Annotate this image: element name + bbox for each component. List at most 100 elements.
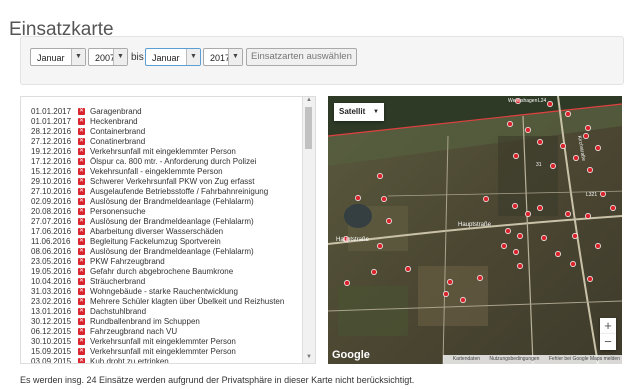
map-type-select[interactable]: Satellit ▼ (334, 103, 384, 121)
map-marker[interactable] (377, 243, 383, 249)
incident-row[interactable]: 01.01.2017 ✕ Heckenbrand (21, 117, 315, 127)
incident-row[interactable]: 30.12.2015 ✕ Rundballenbrand im Schuppen (21, 317, 315, 327)
map-marker[interactable] (560, 143, 566, 149)
map-marker[interactable] (405, 266, 411, 272)
map-marker[interactable] (537, 205, 543, 211)
map-marker[interactable] (447, 279, 453, 285)
zoom-out-button[interactable]: − (600, 334, 616, 350)
map-marker[interactable] (537, 139, 543, 145)
map-marker[interactable] (573, 155, 579, 161)
incident-row[interactable]: 27.12.2016 ✕ Conatinerbrand (21, 137, 315, 147)
incident-row[interactable]: 20.08.2016 ✕ Personensuche (21, 207, 315, 217)
map-marker[interactable] (565, 211, 571, 217)
incident-row[interactable]: 19.12.2016 ✕ Verkehrsunfall mit eingeklemm… (21, 147, 315, 157)
map-marker[interactable] (501, 243, 507, 249)
map-data-link[interactable]: Kartendaten (453, 356, 480, 362)
map-marker[interactable] (570, 261, 576, 267)
incident-row[interactable]: 10.04.2016 ✕ Sträucherbrand (21, 277, 315, 287)
map-marker[interactable] (507, 121, 513, 127)
map-marker[interactable] (513, 249, 519, 255)
incident-map[interactable]: Hauptstraße Hauptstraße Weiershagen Kirc… (328, 96, 622, 364)
scroll-down-icon[interactable]: ▼ (303, 354, 315, 363)
from-month-select[interactable]: Januar ▼ (30, 48, 86, 66)
from-year-select[interactable]: 2007 ▼ (88, 48, 128, 66)
report-error-link[interactable]: Fehler bei Google Maps melden (549, 356, 620, 362)
map-marker[interactable] (525, 127, 531, 133)
map-marker[interactable] (595, 243, 601, 249)
incident-date: 06.12.2015 (31, 327, 72, 336)
incident-row[interactable]: 31.03.2016 ✕ Wohngebäude - starke Rauchent… (21, 287, 315, 297)
map-marker[interactable] (371, 269, 377, 275)
incident-row[interactable]: 30.10.2015 ✕ Verkehrsunfall mit eingeklemm… (21, 337, 315, 347)
incident-row[interactable]: 03.09.2015 ✕ Kuh droht zu ertrinken (21, 357, 315, 363)
list-scrollbar[interactable]: ▲ ▼ (302, 97, 315, 363)
map-marker[interactable] (477, 275, 483, 281)
map-marker[interactable] (483, 196, 489, 202)
select-incident-types-button[interactable]: Einsatzarten auswählen (246, 48, 357, 66)
incident-row[interactable]: 02.09.2016 ✕ Auslösung der Brandmeldeanlag… (21, 197, 315, 207)
terms-link[interactable]: Nutzungsbedingungen (489, 356, 539, 362)
incident-date: 10.04.2016 (31, 277, 72, 286)
map-marker[interactable] (525, 211, 531, 217)
map-marker[interactable] (517, 263, 523, 269)
incident-row[interactable]: 13.01.2016 ✕ Dachstuhlbrand (21, 307, 315, 317)
map-marker[interactable] (355, 195, 361, 201)
incident-marker-icon: ✕ (78, 318, 85, 325)
map-marker[interactable] (572, 233, 578, 239)
map-marker[interactable] (541, 235, 547, 241)
incident-row[interactable]: 19.05.2016 ✕ Gefahr durch abgebrochene Bau… (21, 267, 315, 277)
incident-type: Rundballenbrand im Schuppen (90, 317, 200, 326)
incident-date: 01.01.2017 (31, 107, 72, 116)
map-marker[interactable] (512, 203, 518, 209)
incident-list[interactable]: 01.01.2017 ✕ Garagenbrand 01.01.2017 ✕ Hecken… (20, 96, 316, 364)
map-marker[interactable] (386, 218, 392, 224)
incident-type: Verkehrsunfall mit eingeklemmter Person (90, 147, 236, 156)
map-marker[interactable] (585, 213, 591, 219)
incident-row[interactable]: 28.12.2016 ✕ Containerbrand (21, 127, 315, 137)
scrollbar-thumb[interactable] (305, 107, 312, 149)
incident-date: 27.10.2016 (31, 187, 72, 196)
map-marker[interactable] (565, 111, 571, 117)
incident-row[interactable]: 15.12.2016 ✕ Vekehrsunfall - eingeklemmte … (21, 167, 315, 177)
incident-row[interactable]: 01.01.2017 ✕ Garagenbrand (21, 107, 315, 117)
incident-row[interactable]: 27.07.2016 ✕ Auslösung der Brandmeldeanlag… (21, 217, 315, 227)
map-marker[interactable] (547, 101, 553, 107)
scroll-up-icon[interactable]: ▲ (303, 97, 315, 106)
incident-marker-icon: ✕ (78, 148, 85, 155)
incident-row[interactable]: 08.06.2016 ✕ Auslösung der Brandmeldeanlag… (21, 247, 315, 257)
map-marker[interactable] (344, 280, 350, 286)
map-marker[interactable] (585, 125, 591, 131)
map-marker[interactable] (377, 173, 383, 179)
map-marker[interactable] (600, 191, 606, 197)
map-marker[interactable] (610, 205, 616, 211)
map-marker[interactable] (381, 196, 387, 202)
map-marker[interactable] (443, 291, 449, 297)
map-marker[interactable] (460, 297, 466, 303)
incident-row[interactable]: 17.06.2016 ✕ Abarbeitung diverser Wassersc… (21, 227, 315, 237)
incident-row[interactable]: 11.06.2016 ✕ Begleitung Fackelumzug Sportv… (21, 237, 315, 247)
incident-row[interactable]: 27.10.2016 ✕ Ausgelaufende Betriebsstoffe … (21, 187, 315, 197)
map-marker[interactable] (555, 251, 561, 257)
zoom-in-button[interactable]: + (600, 318, 616, 334)
map-marker[interactable] (505, 228, 511, 234)
map-marker[interactable] (587, 276, 593, 282)
incident-row[interactable]: 06.12.2015 ✕ Fahrzeugbrand nach VU (21, 327, 315, 337)
incident-type: Abarbeitung diverser Wasserschäden (90, 227, 224, 236)
incident-row[interactable]: 15.09.2015 ✕ Verkehrsunfall mit eingeklemm… (21, 347, 315, 357)
incident-row[interactable]: 29.10.2016 ✕ Schwerer Verkehrsunfall PKW v… (21, 177, 315, 187)
map-marker[interactable] (513, 153, 519, 159)
map-marker[interactable] (517, 233, 523, 239)
map-marker[interactable] (550, 163, 556, 169)
incident-date: 15.09.2015 (31, 347, 72, 356)
to-month-select[interactable]: Januar ▼ (145, 48, 201, 66)
map-marker[interactable] (587, 167, 593, 173)
map-marker[interactable] (595, 145, 601, 151)
incident-row[interactable]: 23.02.2016 ✕ Mehrere Schüler klagten über … (21, 297, 315, 307)
incident-date: 17.12.2016 (31, 157, 72, 166)
incident-row[interactable]: 23.05.2016 ✕ PKW Fahrzeugbrand (21, 257, 315, 267)
incident-date: 27.07.2016 (31, 217, 72, 226)
map-marker[interactable] (583, 133, 589, 139)
incident-row[interactable]: 17.12.2016 ✕ Ölspur ca. 800 mtr. - Anforde… (21, 157, 315, 167)
incident-date: 17.06.2016 (31, 227, 72, 236)
to-year-select[interactable]: 2017 ▼ (203, 48, 243, 66)
